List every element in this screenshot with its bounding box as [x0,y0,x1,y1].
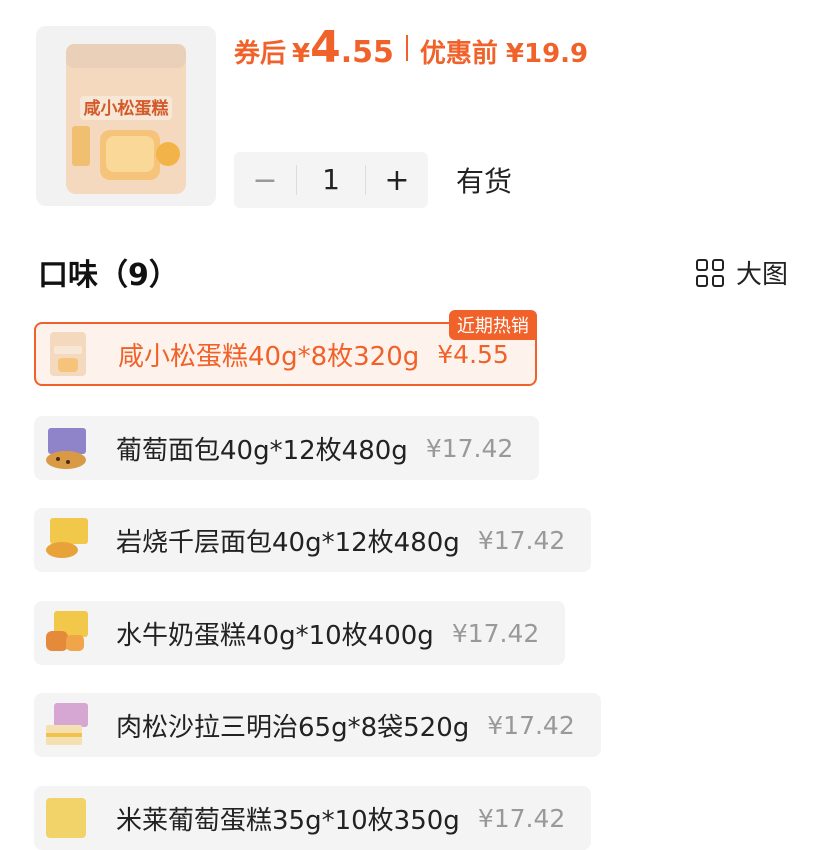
hot-sale-badge: 近期热销 [448,310,537,340]
flavor-option-name: 米莱葡萄蛋糕35g*10枚350g [116,805,460,836]
original-price: ¥19.9 [505,39,589,69]
quantity-stepper: − 1 + [234,152,428,208]
flavor-option-name: 水牛奶蛋糕40g*10枚400g [116,620,434,651]
product-image[interactable]: 咸小松蛋糕 [36,26,216,206]
price-row: 券后 ¥ 4 .55 优惠前 ¥19.9 [234,22,588,74]
stock-status: 有货 [456,165,513,198]
flavor-option-price: ¥17.42 [451,618,540,648]
big-view-label: 大图 [736,260,789,290]
flavor-thumb-raisin-bread [46,428,86,469]
flavor-thumb-sandwich [46,703,88,745]
increase-button[interactable]: + [366,163,428,198]
flavor-option-price: ¥17.42 [487,710,575,740]
flavor-option-price: ¥17.42 [477,525,566,555]
coupon-price-decimal: .55 [340,35,394,70]
flavor-thumb-milk-cake [46,611,88,651]
flavor-option-price: ¥17.42 [425,433,514,463]
original-price-label: 优惠前 [419,39,498,69]
decrease-button[interactable]: − [234,163,296,198]
price-divider [405,35,408,61]
flavor-thumb-salty-cake [50,332,86,376]
flavor-option-price: ¥4.55 [437,339,509,369]
flavor-section-title: 口味（9） [38,258,179,293]
coupon-price-label: 券后 [234,39,287,69]
flavor-option[interactable]: 水牛奶蛋糕40g*10枚400g ¥17.42 [34,601,566,665]
flavor-option[interactable]: 岩烧千层面包40g*12枚480g ¥17.42 [34,508,592,572]
flavor-option-name: 葡萄面包40g*12枚480g [116,435,408,466]
flavor-option-price: ¥17.42 [477,803,566,833]
flavor-option-name: 岩烧千层面包40g*12枚480g [116,527,460,558]
flavor-option[interactable]: 米莱葡萄蛋糕35g*10枚350g ¥17.42 [34,786,592,850]
big-view-toggle[interactable]: 大图 [696,254,788,291]
flavor-option[interactable]: 咸小松蛋糕40g*8枚320g ¥4.55 近期热销 [34,310,537,386]
flavor-option-name: 咸小松蛋糕40g*8枚320g [118,341,420,372]
flavor-thumb-raisin-cake [46,798,86,838]
coupon-price-symbol: ¥ [292,39,311,69]
flavor-option[interactable]: 肉松沙拉三明治65g*8袋520g ¥17.42 [34,693,601,757]
svg-text:咸小松蛋糕: 咸小松蛋糕 [84,98,169,119]
flavor-option[interactable]: 葡萄面包40g*12枚480g ¥17.42 [34,416,540,480]
quantity-input[interactable]: 1 [296,165,366,195]
flavor-thumb-layer-bread [46,518,88,558]
coupon-price-integer: 4 [310,22,341,73]
grid-view-icon [696,258,724,287]
product-package-illustration: 咸小松蛋糕 [66,44,186,194]
flavor-option-name: 肉松沙拉三明治65g*8袋520g [116,712,470,743]
